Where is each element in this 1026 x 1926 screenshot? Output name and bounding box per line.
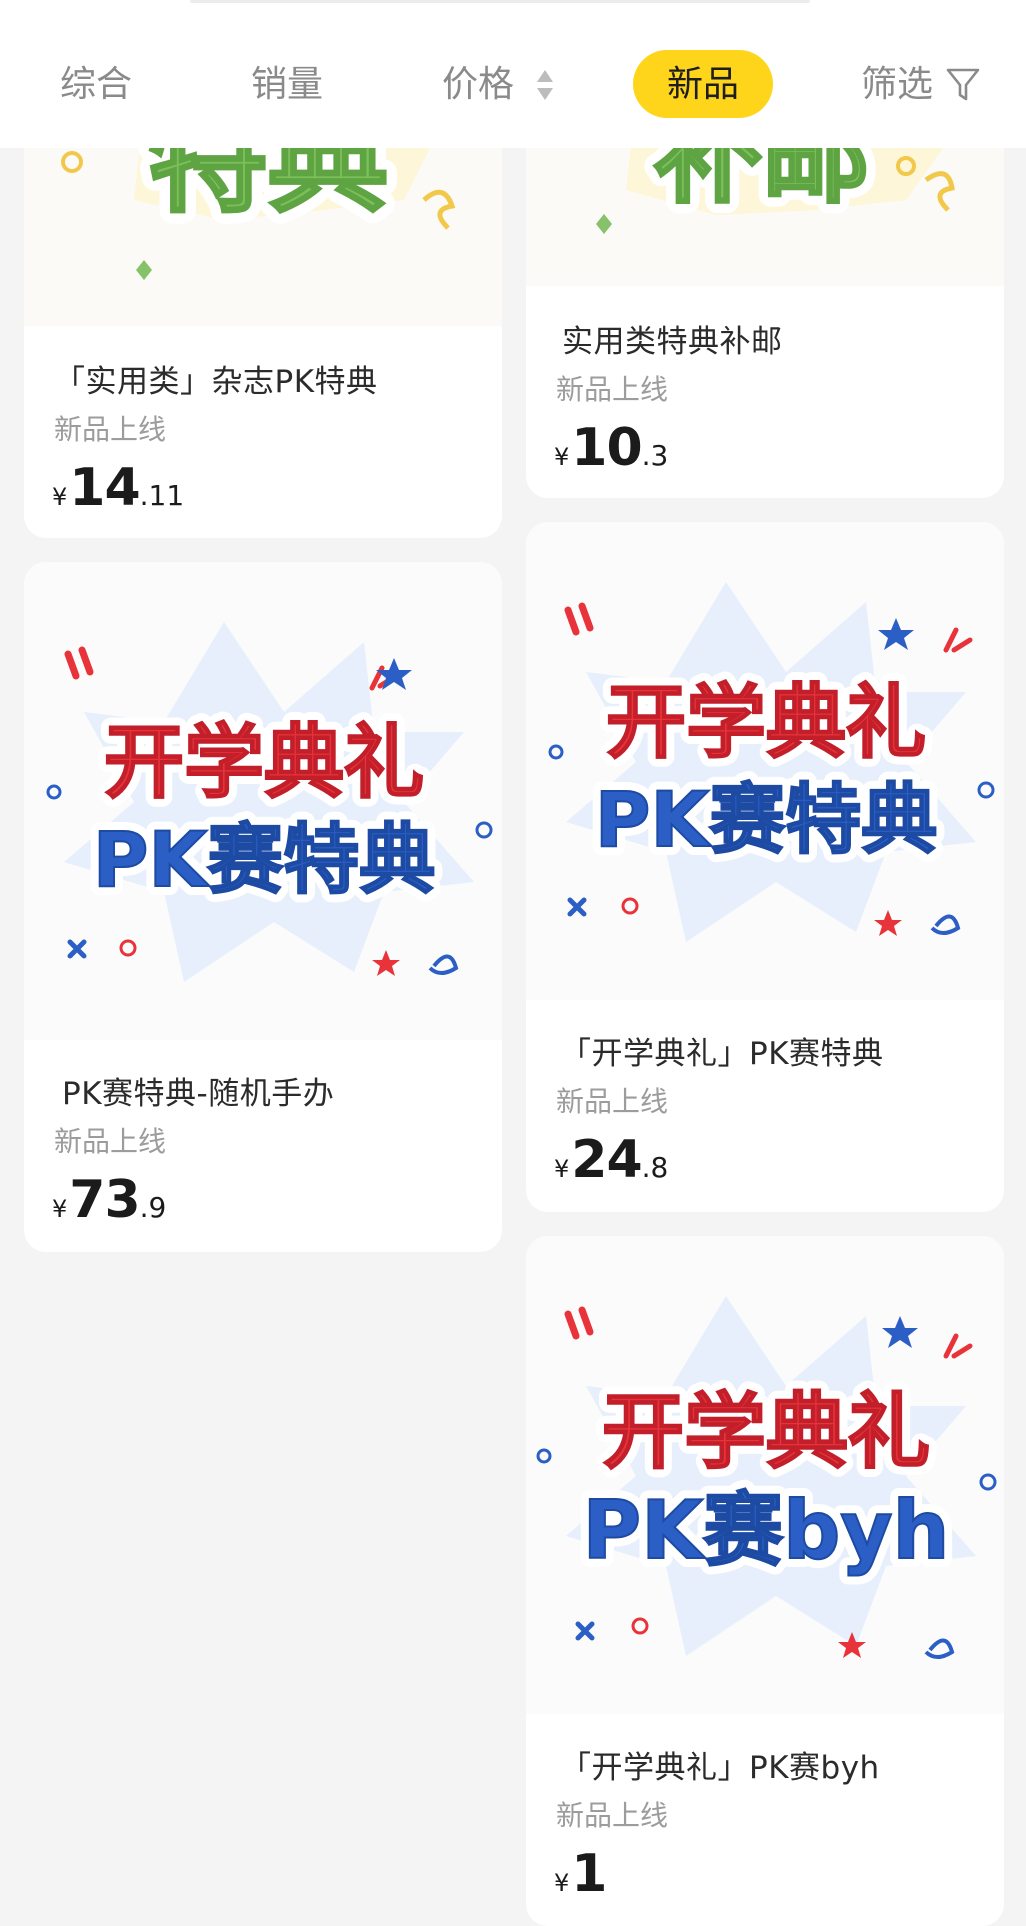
- svg-text:开学典礼: 开学典礼: [104, 716, 424, 809]
- product-title: PK赛特典-随机手办: [62, 1076, 335, 1112]
- price-integer: 10: [571, 418, 642, 478]
- product-price: ¥14.11: [52, 458, 184, 518]
- product-image: 开学典礼 开学典礼 PK赛byh PK赛byh: [526, 1236, 1004, 1714]
- banner-graphic: 开学典礼 开学典礼 PK赛特典 PK赛特典: [548, 582, 995, 942]
- tab-comprehensive[interactable]: 综合: [60, 50, 132, 118]
- sort-bar: 综合 销量 价格 新品 筛选: [0, 0, 1026, 148]
- tab-price[interactable]: 价格: [442, 50, 554, 118]
- price-currency: ¥: [52, 483, 68, 511]
- price-currency: ¥: [554, 443, 570, 471]
- product-tag: 新品上线: [556, 1085, 669, 1118]
- price-integer: 24: [571, 1130, 642, 1190]
- product-tag: 新品上线: [54, 1125, 167, 1158]
- sort-arrows-icon: [537, 68, 554, 102]
- tab-comprehensive-label: 综合: [60, 64, 133, 105]
- price-currency: ¥: [52, 1195, 68, 1223]
- product-image: 开学典礼 开学典礼 PK赛特典 PK赛特典: [526, 522, 1004, 1000]
- product-title: 实用类特典补邮: [562, 324, 783, 360]
- tab-filter-label: 筛选: [861, 64, 934, 105]
- svg-text:开学典礼: 开学典礼: [602, 1385, 930, 1480]
- product-title: 「开学典礼」PK赛byh: [560, 1750, 880, 1786]
- top-divider: [190, 0, 810, 3]
- product-title: 「实用类」杂志PK特典: [54, 364, 378, 400]
- banner-graphic: 开学典礼 开学典礼 PK赛byh PK赛byh: [536, 1296, 997, 1659]
- svg-text:PK赛特典: PK赛特典: [595, 775, 938, 864]
- price-integer: 14: [69, 458, 140, 518]
- product-tag: 新品上线: [556, 1799, 669, 1832]
- svg-text:PK赛byh: PK赛byh: [583, 1484, 950, 1577]
- funnel-icon: [947, 68, 980, 101]
- price-decimal: .11: [139, 479, 185, 512]
- tab-sales-label: 销量: [251, 64, 324, 105]
- tab-new-label: 新品: [667, 64, 740, 105]
- product-image: 开学典礼 开学典礼 PK赛特典 PK赛特典: [24, 562, 502, 1040]
- price-integer: 1: [571, 1844, 607, 1904]
- price-integer: 73: [69, 1170, 140, 1230]
- price-decimal: .8: [641, 1151, 669, 1184]
- product-tag: 新品上线: [54, 413, 167, 446]
- tab-sales[interactable]: 销量: [251, 50, 323, 118]
- product-price: ¥73.9: [52, 1170, 166, 1230]
- banner-graphic: 开学典礼 开学典礼 PK赛特典 PK赛特典: [46, 622, 493, 982]
- svg-text:开学典礼: 开学典礼: [606, 676, 926, 769]
- price-decimal: .9: [139, 1191, 167, 1224]
- tab-price-label: 价格: [442, 64, 515, 105]
- product-price: ¥24.8: [554, 1130, 668, 1190]
- price-decimal: .3: [641, 439, 669, 472]
- product-card[interactable]: 开学典礼 开学典礼 PK赛byh PK赛byh 「开学典礼」PK赛byh 新品上…: [526, 1236, 1004, 1926]
- svg-text:PK赛特典: PK赛特典: [93, 815, 436, 904]
- product-tag: 新品上线: [556, 373, 669, 406]
- price-currency: ¥: [554, 1155, 570, 1183]
- product-card[interactable]: 开学典礼 开学典礼 PK赛特典 PK赛特典 「开学典礼」PK赛特典 新品上线 ¥…: [526, 522, 1004, 1212]
- price-currency: ¥: [554, 1869, 570, 1897]
- product-price: ¥10.3: [554, 418, 668, 478]
- product-card[interactable]: 开学典礼 开学典礼 PK赛特典 PK赛特典 PK赛特典-随机手办 新品上线 ¥7…: [24, 562, 502, 1252]
- product-price: ¥1: [554, 1844, 607, 1904]
- product-title: 「开学典礼」PK赛特典: [560, 1036, 884, 1072]
- tab-filter[interactable]: 筛选: [861, 50, 980, 118]
- tab-new[interactable]: 新品: [633, 50, 774, 118]
